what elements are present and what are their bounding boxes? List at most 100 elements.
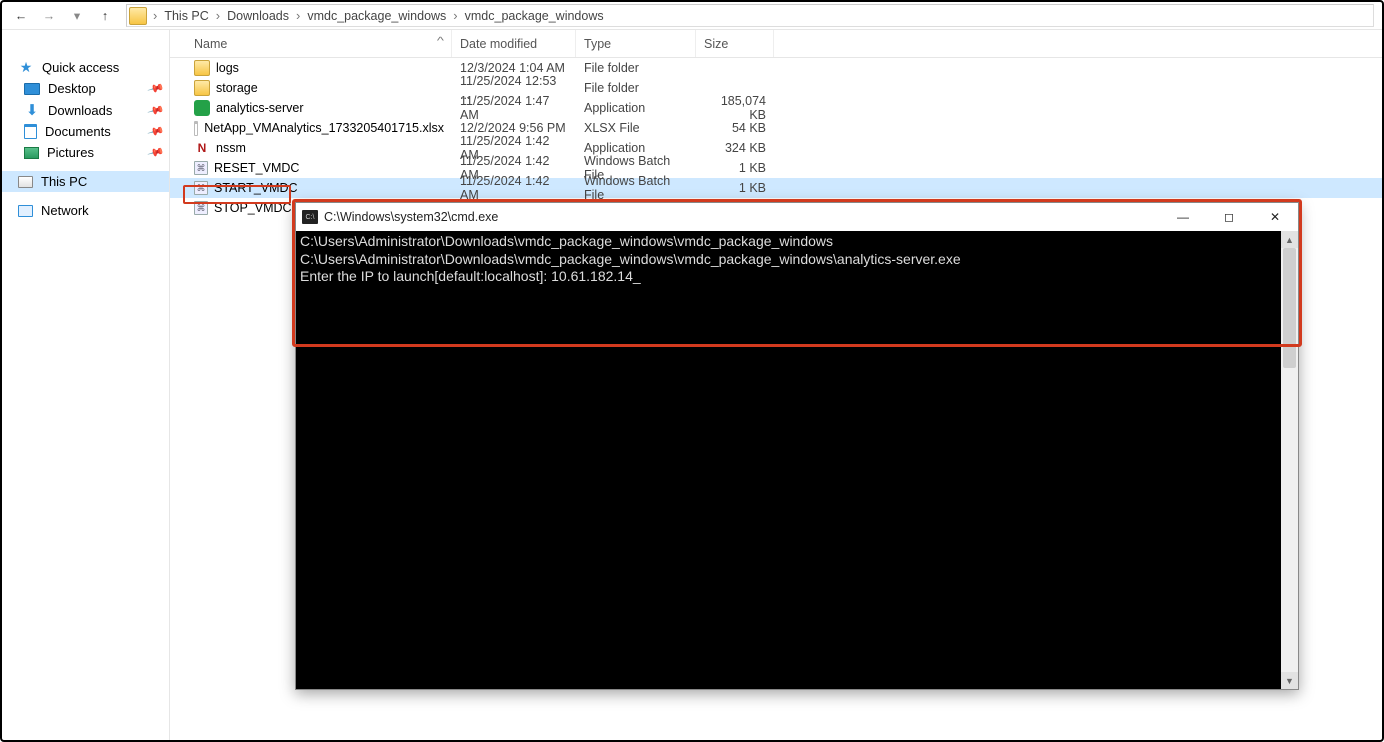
crumb[interactable]: vmdc_package_windows (304, 9, 449, 23)
column-name[interactable]: Name^ (186, 30, 452, 57)
file-name: nssm (216, 141, 246, 155)
crumb[interactable]: This PC (161, 9, 211, 23)
crumb[interactable]: Downloads (224, 9, 292, 23)
file-row[interactable]: analytics-server11/25/2024 1:47 AMApplic… (170, 98, 1382, 118)
thispc-icon (18, 176, 33, 188)
pictures-icon (24, 147, 39, 159)
column-size[interactable]: Size (696, 30, 774, 57)
folder-icon (194, 80, 210, 96)
crumb[interactable]: vmdc_package_windows (462, 9, 607, 23)
pin-icon: 📌 (147, 101, 165, 119)
sidebar-item-label: Documents (45, 124, 111, 139)
column-type[interactable]: Type (576, 30, 696, 57)
file-size: 1 KB (696, 181, 774, 195)
sidebar-item-downloads[interactable]: ⬇ Downloads 📌 (2, 99, 169, 121)
file-name: STOP_VMDC (214, 201, 292, 215)
scroll-down-icon[interactable]: ▼ (1281, 672, 1298, 689)
file-name: RESET_VMDC (214, 161, 299, 175)
file-row[interactable]: storage11/25/2024 12:53 ...File folder (170, 78, 1382, 98)
nav-back-icon[interactable]: ← (10, 5, 32, 27)
cmd-title-text: C:\Windows\system32\cmd.exe (324, 210, 498, 224)
desktop-icon (24, 83, 40, 95)
crumb-sep-icon (296, 8, 300, 23)
file-type: Windows Batch File (576, 174, 696, 202)
sidebar-item-label: Quick access (42, 60, 119, 75)
close-button[interactable]: ✕ (1252, 203, 1298, 231)
folder-icon (129, 7, 147, 25)
crumb-sep-icon (153, 8, 157, 23)
app-icon (194, 100, 210, 116)
cmd-body[interactable]: C:\Users\Administrator\Downloads\vmdc_pa… (296, 231, 1298, 689)
sidebar-item-documents[interactable]: Documents 📌 (2, 121, 169, 142)
file-row[interactable]: Nnssm11/25/2024 1:42 AMApplication324 KB (170, 138, 1382, 158)
scroll-thumb[interactable] (1283, 248, 1296, 368)
file-date: 11/25/2024 1:47 AM (452, 94, 576, 122)
folder-icon (194, 60, 210, 76)
column-date[interactable]: Date modified (452, 30, 576, 57)
file-row[interactable]: logs12/3/2024 1:04 AMFile folder (170, 58, 1382, 78)
star-icon: ★ (18, 59, 34, 75)
address-bar: ← → ▾ ↑ This PC Downloads vmdc_package_w… (2, 2, 1382, 30)
file-name: logs (216, 61, 239, 75)
nav-forward-icon: → (38, 5, 60, 27)
file-size: 324 KB (696, 141, 774, 155)
file-name: storage (216, 81, 258, 95)
bat-icon: ⌘ (194, 181, 208, 195)
nav-recent-icon[interactable]: ▾ (66, 5, 88, 27)
sidebar-item-label: Pictures (47, 145, 94, 160)
file-name: NetApp_VMAnalytics_1733205401715.xlsx (204, 121, 444, 135)
sidebar-item-label: Network (41, 203, 89, 218)
maximize-button[interactable]: ◻ (1206, 203, 1252, 231)
file-size: 54 KB (696, 121, 774, 135)
file-size: 1 KB (696, 161, 774, 175)
bat-icon: ⌘ (194, 161, 208, 175)
bottom-edge (2, 698, 1382, 740)
sidebar-item-label: This PC (41, 174, 87, 189)
cmd-window: C:\Windows\system32\cmd.exe ― ◻ ✕ C:\Use… (295, 202, 1299, 690)
cmd-output: C:\Users\Administrator\Downloads\vmdc_pa… (296, 231, 1298, 290)
file-row[interactable]: NetApp_VMAnalytics_1733205401715.xlsx 12/… (170, 118, 1382, 138)
file-type: XLSX File (576, 121, 696, 135)
sidebar-item-thispc[interactable]: This PC (2, 171, 169, 192)
network-icon (18, 205, 33, 217)
sidebar-item-label: Desktop (48, 81, 96, 96)
column-headers: Name^ Date modified Type Size (170, 30, 1382, 58)
nav-up-icon[interactable]: ↑ (94, 5, 116, 27)
minimize-button[interactable]: ― (1160, 203, 1206, 231)
file-type: Application (576, 141, 696, 155)
cmd-scrollbar[interactable]: ▲ ▼ (1281, 231, 1298, 689)
pin-icon: 📌 (147, 79, 165, 97)
sidebar-item-pictures[interactable]: Pictures 📌 (2, 142, 169, 163)
file-type: Application (576, 101, 696, 115)
bat-icon: ⌘ (194, 201, 208, 215)
sort-asc-icon: ^ (437, 36, 444, 47)
sidebar-quick-access[interactable]: ★ Quick access (2, 56, 169, 78)
file-date: 12/2/2024 9:56 PM (452, 121, 576, 135)
xlsx-icon (194, 121, 198, 136)
documents-icon (24, 124, 37, 139)
pin-icon: 📌 (147, 143, 165, 161)
pin-icon: 📌 (147, 122, 165, 140)
nssm-icon: N (194, 140, 210, 156)
file-type: File folder (576, 81, 696, 95)
file-row[interactable]: ⌘RESET_VMDC11/25/2024 1:42 AMWindows Bat… (170, 158, 1382, 178)
crumb-sep-icon (216, 8, 220, 23)
download-icon: ⬇ (24, 102, 40, 118)
scroll-up-icon[interactable]: ▲ (1281, 231, 1298, 248)
cmd-icon (302, 210, 318, 224)
cursor-icon (633, 268, 641, 284)
sidebar-item-network[interactable]: Network (2, 200, 169, 221)
cmd-titlebar[interactable]: C:\Windows\system32\cmd.exe ― ◻ ✕ (296, 203, 1298, 231)
sidebar-item-desktop[interactable]: Desktop 📌 (2, 78, 169, 99)
file-type: File folder (576, 61, 696, 75)
breadcrumb[interactable]: This PC Downloads vmdc_package_windows v… (126, 4, 1374, 27)
sidebar-item-label: Downloads (48, 103, 112, 118)
file-date: 11/25/2024 1:42 AM (452, 174, 576, 202)
file-row[interactable]: ⌘START_VMDC11/25/2024 1:42 AMWindows Bat… (170, 178, 1382, 198)
file-name: START_VMDC (214, 181, 298, 195)
nav-pane: ★ Quick access Desktop 📌 ⬇ Downloads 📌 D… (2, 30, 170, 740)
crumb-sep-icon (453, 8, 457, 23)
file-size: 185,074 KB (696, 94, 774, 122)
file-name: analytics-server (216, 101, 304, 115)
file-rows: logs12/3/2024 1:04 AMFile folderstorage1… (170, 58, 1382, 218)
